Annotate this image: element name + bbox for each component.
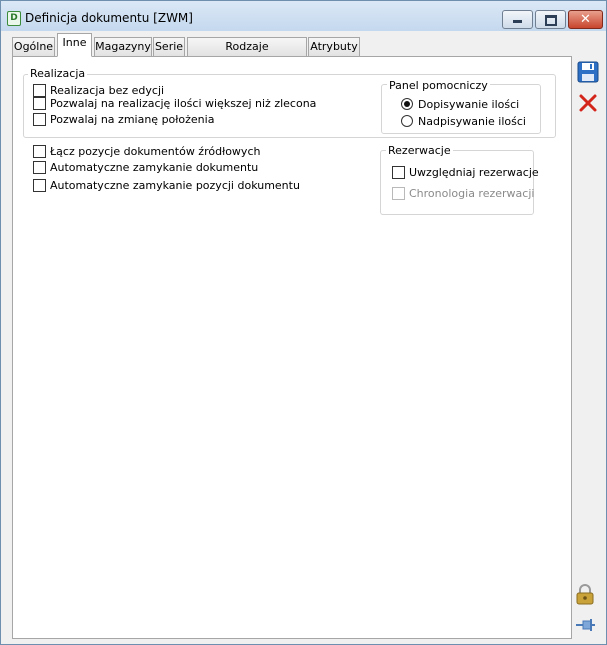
- cancel-icon[interactable]: [576, 91, 600, 115]
- tab-magazyny[interactable]: Magazyny: [94, 37, 152, 57]
- tab-inne[interactable]: Inne: [57, 33, 92, 57]
- window-title: Definicja dokumentu [ZWM]: [25, 11, 193, 25]
- pozwalaj-na-realizacje-checkbox[interactable]: [33, 97, 46, 110]
- panel-pomocniczy-legend: Panel pomocniczy: [387, 79, 490, 92]
- automatyczne-zamykanie-dokumentu-checkbox[interactable]: [33, 161, 46, 174]
- close-button[interactable]: ✕: [568, 10, 603, 29]
- uwzgledniaj-rezerwacje-checkbox[interactable]: [392, 166, 405, 179]
- rezerwacje-group: Rezerwacje Uwzględniaj rezerwacje Chrono…: [380, 144, 539, 215]
- minimize-button[interactable]: [502, 10, 533, 29]
- realizacja-group: Realizacja Realizacja bez edycji Pozwala…: [23, 67, 556, 138]
- pozwalaj-na-zmiane-polozenia-checkbox[interactable]: [33, 113, 46, 126]
- dopisywanie-ilosci-radio[interactable]: [401, 98, 413, 110]
- tab-serie[interactable]: Serie: [153, 37, 185, 57]
- panel-pomocniczy-group: Panel pomocniczy Dopisywanie ilości Nadp…: [381, 79, 541, 134]
- maximize-icon: [536, 11, 565, 28]
- minimize-icon: [503, 11, 532, 28]
- dopisywanie-ilosci-label: Dopisywanie ilości: [418, 98, 520, 111]
- pozwalaj-na-realizacje-label: Pozwalaj na realizację ilości większej n…: [50, 97, 317, 110]
- realizacja-bez-edycji-label: Realizacja bez edycji: [50, 84, 165, 97]
- document-definition-window: D Definicja dokumentu [ZWM] ✕ Ogólne Inn…: [0, 0, 607, 645]
- nadpisywanie-ilosci-label: Nadpisywanie ilości: [418, 115, 526, 128]
- save-icon[interactable]: [576, 60, 600, 84]
- title-bar[interactable]: D Definicja dokumentu [ZWM] ✕: [1, 1, 606, 31]
- close-icon: ✕: [580, 12, 591, 27]
- lacz-pozycje-checkbox[interactable]: [33, 145, 46, 158]
- realizacja-legend: Realizacja: [28, 67, 88, 80]
- chronologia-rezerwacji-checkbox: [392, 187, 405, 200]
- rezerwacje-legend: Rezerwacje: [386, 144, 453, 157]
- chronologia-rezerwacji-label: Chronologia rezerwacji: [409, 187, 535, 200]
- tab-rodzaje-kontrahentow[interactable]: Rodzaje kontrahentów: [187, 37, 307, 71]
- lock-icon[interactable]: [573, 582, 597, 606]
- lacz-pozycje-label: Łącz pozycje dokumentów źródłowych: [50, 145, 261, 158]
- automatyczne-zamykanie-dokumentu-label: Automatyczne zamykanie dokumentu: [50, 161, 259, 174]
- pozwalaj-na-zmiane-polozenia-label: Pozwalaj na zmianę położenia: [50, 113, 215, 126]
- uwzgledniaj-rezerwacje-label: Uwzględniaj rezerwacje: [409, 166, 539, 179]
- maximize-button[interactable]: [535, 10, 566, 29]
- realizacja-bez-edycji-checkbox[interactable]: [33, 84, 46, 97]
- automatyczne-zamykanie-pozycji-checkbox[interactable]: [33, 179, 46, 192]
- automatyczne-zamykanie-pozycji-label: Automatyczne zamykanie pozycji dokumentu: [50, 179, 300, 192]
- tab-ogolne[interactable]: Ogólne: [12, 37, 55, 57]
- tab-content-inne: Realizacja Realizacja bez edycji Pozwala…: [12, 56, 572, 639]
- nadpisywanie-ilosci-radio[interactable]: [401, 115, 413, 127]
- pin-icon[interactable]: [573, 613, 597, 637]
- app-icon: D: [7, 11, 21, 26]
- tab-atrybuty[interactable]: Atrybuty: [308, 37, 360, 57]
